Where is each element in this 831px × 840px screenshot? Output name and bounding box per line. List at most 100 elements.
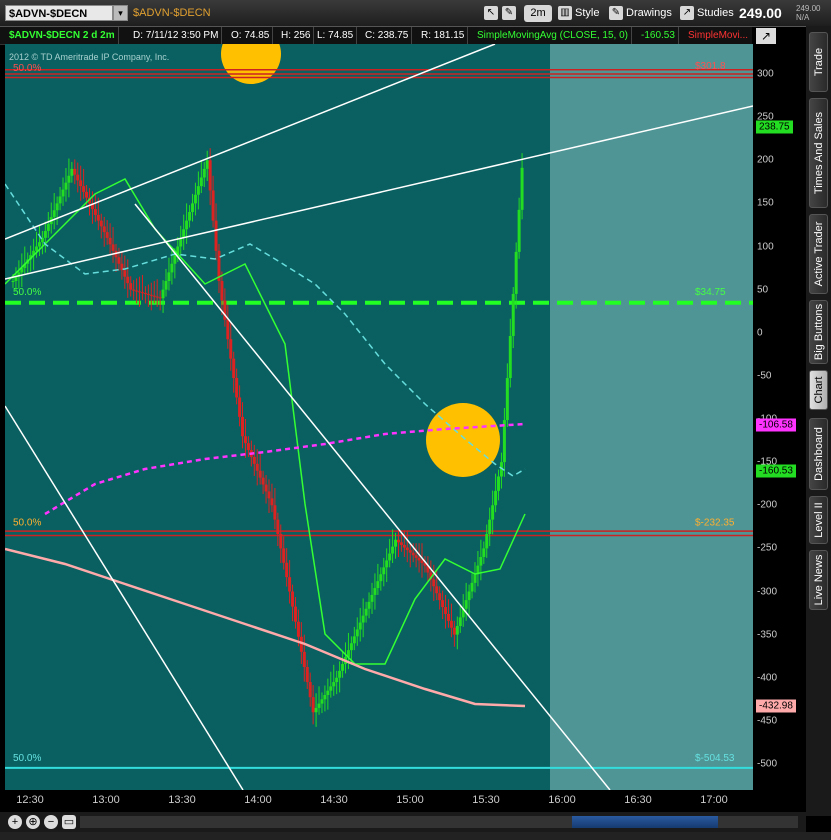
candle-body bbox=[379, 574, 383, 582]
candle-body bbox=[329, 686, 333, 691]
candle-body bbox=[408, 550, 412, 553]
candle-body bbox=[138, 291, 142, 293]
candle-body bbox=[514, 251, 518, 294]
drawing-tool-icon[interactable]: ↗ bbox=[756, 28, 776, 44]
drawings-icon: ✎ bbox=[609, 6, 623, 21]
candle-body bbox=[208, 160, 212, 191]
price-tick: 50 bbox=[757, 284, 769, 296]
chart-scroll-thumb[interactable] bbox=[572, 816, 718, 828]
candle-body bbox=[388, 553, 392, 561]
style-label: Style bbox=[575, 7, 600, 19]
candle-body bbox=[205, 160, 209, 169]
cursor-icon[interactable]: ↖ bbox=[484, 5, 501, 22]
info-high: H: 256 bbox=[278, 27, 315, 44]
candle-body bbox=[288, 577, 292, 592]
candle-body bbox=[61, 189, 65, 197]
info-sma-value: -160.53 bbox=[638, 27, 679, 44]
candle-body bbox=[473, 574, 477, 583]
price-chart[interactable]: 2012 © TD Ameritrade IP Company, Inc.50.… bbox=[5, 44, 753, 790]
price-badge-magenta: -106.58 bbox=[756, 418, 796, 432]
candle-body bbox=[285, 562, 289, 578]
zoom-out-icon[interactable]: − bbox=[44, 815, 58, 829]
price-tick: 0 bbox=[757, 327, 763, 339]
tab-level-ii[interactable]: Level II bbox=[809, 496, 828, 544]
tab-chart[interactable]: Chart bbox=[809, 370, 828, 410]
top-toolbar: $ADVN-$DECN ▾ $ADVN-$DECN ↖ ✎ 2m ▥ Style … bbox=[0, 0, 831, 27]
footer-strip bbox=[0, 832, 831, 840]
tab-times-and-sales[interactable]: Times And Sales bbox=[809, 98, 828, 208]
wrench-icon[interactable]: ✎ bbox=[502, 5, 519, 22]
candle-body bbox=[235, 378, 239, 398]
side-tab-strip: Trade Times And Sales Active Trader Big But… bbox=[806, 26, 831, 816]
last-price: 249.00 bbox=[739, 5, 782, 21]
time-tick: 14:30 bbox=[320, 794, 348, 806]
candle-body bbox=[255, 463, 259, 471]
symbol-title: $ADVN-$DECN bbox=[133, 7, 211, 19]
tab-active-trader[interactable]: Active Trader bbox=[809, 214, 828, 294]
candle-body bbox=[508, 335, 512, 379]
candle-body bbox=[282, 548, 286, 563]
studies-button[interactable]: ↗ Studies bbox=[680, 5, 734, 22]
studies-label: Studies bbox=[697, 7, 734, 19]
candle-body bbox=[188, 212, 192, 221]
candle-body bbox=[129, 283, 133, 290]
time-tick: 12:30 bbox=[16, 794, 44, 806]
tab-big-buttons[interactable]: Big Buttons bbox=[809, 300, 828, 364]
candle-body bbox=[238, 397, 242, 417]
candle-body bbox=[246, 443, 250, 451]
price-tick: -500 bbox=[757, 758, 778, 770]
candle-body bbox=[455, 626, 459, 635]
candle-body bbox=[241, 416, 245, 437]
candle-body bbox=[149, 294, 153, 296]
candle-body bbox=[349, 643, 353, 651]
drawings-button[interactable]: ✎ Drawings bbox=[609, 5, 672, 22]
candle-body bbox=[394, 539, 398, 547]
candle-body bbox=[464, 600, 468, 609]
price-tick: -350 bbox=[757, 629, 778, 641]
candle-body bbox=[155, 296, 159, 298]
price-tick: 150 bbox=[757, 197, 774, 209]
timeframe-button[interactable]: 2m bbox=[524, 5, 552, 22]
candle-body bbox=[164, 281, 168, 290]
price-badge-pink: -432.98 bbox=[756, 699, 796, 713]
candle-body bbox=[296, 621, 300, 637]
candle-body bbox=[196, 186, 200, 195]
candle-body bbox=[143, 293, 147, 295]
candle-body bbox=[252, 456, 256, 464]
dropdown-icon[interactable]: ▾ bbox=[113, 5, 128, 21]
style-button[interactable]: ▥ Style bbox=[558, 5, 599, 22]
candle-body bbox=[488, 519, 492, 534]
price-tick: -200 bbox=[757, 499, 778, 511]
tab-live-news[interactable]: Live News bbox=[809, 550, 828, 610]
candle-body bbox=[323, 695, 327, 700]
candle-body bbox=[55, 203, 59, 211]
candle-body bbox=[293, 606, 297, 622]
candle-body bbox=[85, 191, 89, 198]
candle-body bbox=[273, 505, 277, 520]
candle-body bbox=[367, 601, 371, 609]
candle-body bbox=[361, 615, 365, 623]
candle-body bbox=[108, 237, 112, 245]
style-icon: ▥ bbox=[558, 6, 572, 21]
tab-dashboard[interactable]: Dashboard bbox=[809, 418, 828, 490]
candle-body bbox=[520, 167, 524, 210]
symbol-input[interactable]: $ADVN-$DECN bbox=[5, 5, 113, 21]
price-tick: -250 bbox=[757, 542, 778, 554]
price-tick: 200 bbox=[757, 154, 774, 166]
price-badge-green: -160.53 bbox=[756, 464, 796, 478]
candle-body bbox=[261, 477, 265, 485]
zoom-fit-icon[interactable]: ▭ bbox=[62, 815, 76, 829]
candle-body bbox=[79, 180, 83, 187]
level-price-label: $-232.35 bbox=[695, 518, 735, 529]
candle-body bbox=[214, 220, 218, 251]
tab-trade[interactable]: Trade bbox=[809, 32, 828, 92]
price-tick: -300 bbox=[757, 586, 778, 597]
chart-bottom-bar: + ⊕ − ▭ bbox=[0, 812, 806, 832]
candle-body bbox=[170, 263, 174, 273]
zoom-in-icon[interactable]: + bbox=[8, 815, 22, 829]
candle-body bbox=[276, 519, 280, 534]
candle-body bbox=[82, 186, 86, 192]
candle-body bbox=[35, 246, 39, 251]
candle-body bbox=[193, 194, 197, 204]
zoom-reset-icon[interactable]: ⊕ bbox=[26, 815, 40, 829]
